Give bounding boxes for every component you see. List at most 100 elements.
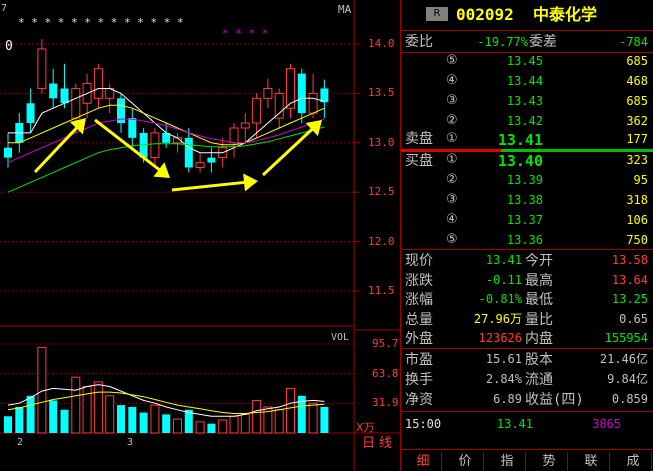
annotation-arrow (33, 118, 86, 173)
fund-value: 2.84% (485, 372, 522, 386)
tab-3[interactable]: 势 (531, 452, 568, 471)
volume-bar (195, 421, 205, 434)
volume-bar (26, 395, 35, 433)
buy-volume: 750 (626, 233, 648, 247)
volume-bar (105, 395, 115, 434)
kline-svg[interactable] (0, 0, 400, 471)
sell-level-num: ① (446, 131, 458, 146)
sell-price: 13.41 (497, 131, 543, 149)
quote-value: 13.41 (485, 253, 522, 267)
fund-value: 9.84亿 (607, 372, 648, 386)
volume-bar (286, 387, 295, 434)
volume-bar (218, 419, 228, 434)
candle-body (297, 73, 306, 114)
fund-value: 21.46亿 (599, 352, 648, 366)
tab-2[interactable]: 指 (489, 452, 526, 471)
buy-price: 13.40 (497, 152, 543, 170)
quote-label: 现价 (405, 253, 433, 269)
quote-label: 总量 (405, 311, 433, 328)
price-tick-label: 12.0 (368, 234, 395, 248)
date-label-3: 3 (127, 437, 134, 448)
sell-volume: 685 (626, 54, 648, 68)
buy-level-num: ① (446, 152, 458, 167)
candle-body (60, 88, 69, 104)
quote-value: 0.65 (619, 311, 648, 326)
star-marks-magenta: * * * * (222, 27, 269, 40)
buy-volume: 323 (626, 153, 648, 167)
candle-body (252, 97, 262, 124)
stock-code: 002092 (456, 5, 514, 24)
tab-5[interactable]: 成 (615, 452, 652, 471)
buy-volume: 318 (626, 193, 648, 207)
sell-level-num: ③ (446, 93, 458, 108)
candle-body (263, 87, 273, 99)
fund-label: 换手 (405, 372, 433, 388)
quote-value: 13.64 (611, 272, 648, 287)
buy-level-num: ④ (446, 212, 458, 227)
annotation-arrow (262, 120, 322, 177)
quote-label: 最高 (525, 272, 553, 289)
candle-body (207, 157, 216, 163)
volume-bar (128, 406, 137, 433)
quote-label: 量比 (525, 311, 553, 328)
volume-bar (49, 400, 58, 433)
sell-volume: 362 (626, 114, 648, 128)
r-badge: R (426, 7, 448, 21)
volume-tick-label: 95.7 (372, 336, 399, 350)
candle-body (26, 103, 35, 124)
vol-unit: X万 (356, 421, 375, 434)
sell-price: 13.44 (506, 74, 543, 88)
volume-bar (4, 416, 12, 433)
sell-price: 13.45 (506, 54, 543, 68)
period-button[interactable]: 日线 (362, 437, 396, 451)
tick-price: 13.41 (496, 417, 533, 431)
fund-label: 流通 (525, 372, 553, 388)
tab-0[interactable]: 细 (405, 452, 442, 471)
tab-1[interactable]: 价 (447, 452, 484, 471)
volume-bar (173, 418, 182, 434)
fund-label: 股本 (525, 352, 553, 368)
volume-tick-label: 31.9 (372, 396, 399, 410)
sell-level-num: ② (446, 113, 458, 128)
buy-volume: 95 (633, 173, 648, 187)
sell-price: 13.42 (506, 114, 543, 128)
buy-volume: 106 (626, 213, 648, 227)
volume-bar (252, 399, 262, 434)
tab-4[interactable]: 联 (573, 452, 610, 471)
fund-label: 收益(四) (525, 392, 584, 408)
price-tick-label: 11.5 (368, 284, 395, 297)
volume-bar (15, 406, 24, 433)
buy-level-num: ② (446, 172, 458, 187)
quote-value: 27.96万 (473, 311, 522, 326)
sell-volume: 468 (626, 74, 648, 88)
fund-label: 市盈 (405, 352, 433, 368)
quote-value: 13.25 (611, 292, 648, 306)
volume-bar (240, 413, 250, 434)
sell-label: 卖盘 (405, 131, 433, 147)
quote-label: 涨幅 (405, 292, 433, 308)
weicha-value: -784 (619, 35, 648, 49)
volume-bar (229, 415, 239, 434)
sell-price: 13.43 (506, 94, 543, 108)
candle-body (49, 83, 58, 99)
candle-body (240, 122, 250, 129)
vol-label: VOL (331, 332, 350, 343)
left-price-fragment: 0 (5, 39, 13, 54)
quote-label: 涨跌 (405, 272, 433, 289)
quote-value: 13.58 (611, 253, 648, 267)
ma-label: MA (338, 3, 352, 16)
sell-level-num: ④ (446, 73, 458, 88)
fund-value: 0.859 (611, 392, 648, 406)
price-tick-label: 13.0 (368, 135, 395, 149)
sell-level-num: ⑤ (446, 53, 458, 68)
stock-name: 中泰化学 (533, 5, 598, 24)
fund-value: 15.61 (485, 352, 522, 366)
kline-chart[interactable]: MA 7 * * * * * * * * * * * * * * * * * 0… (0, 0, 400, 471)
buy-price: 13.38 (506, 193, 543, 207)
candle-body (150, 132, 160, 159)
date-label-2: 2 (17, 437, 24, 448)
quote-label: 今开 (525, 253, 553, 269)
candle-body (195, 162, 205, 168)
volume-bar (139, 412, 148, 433)
volume-bar (162, 414, 171, 433)
